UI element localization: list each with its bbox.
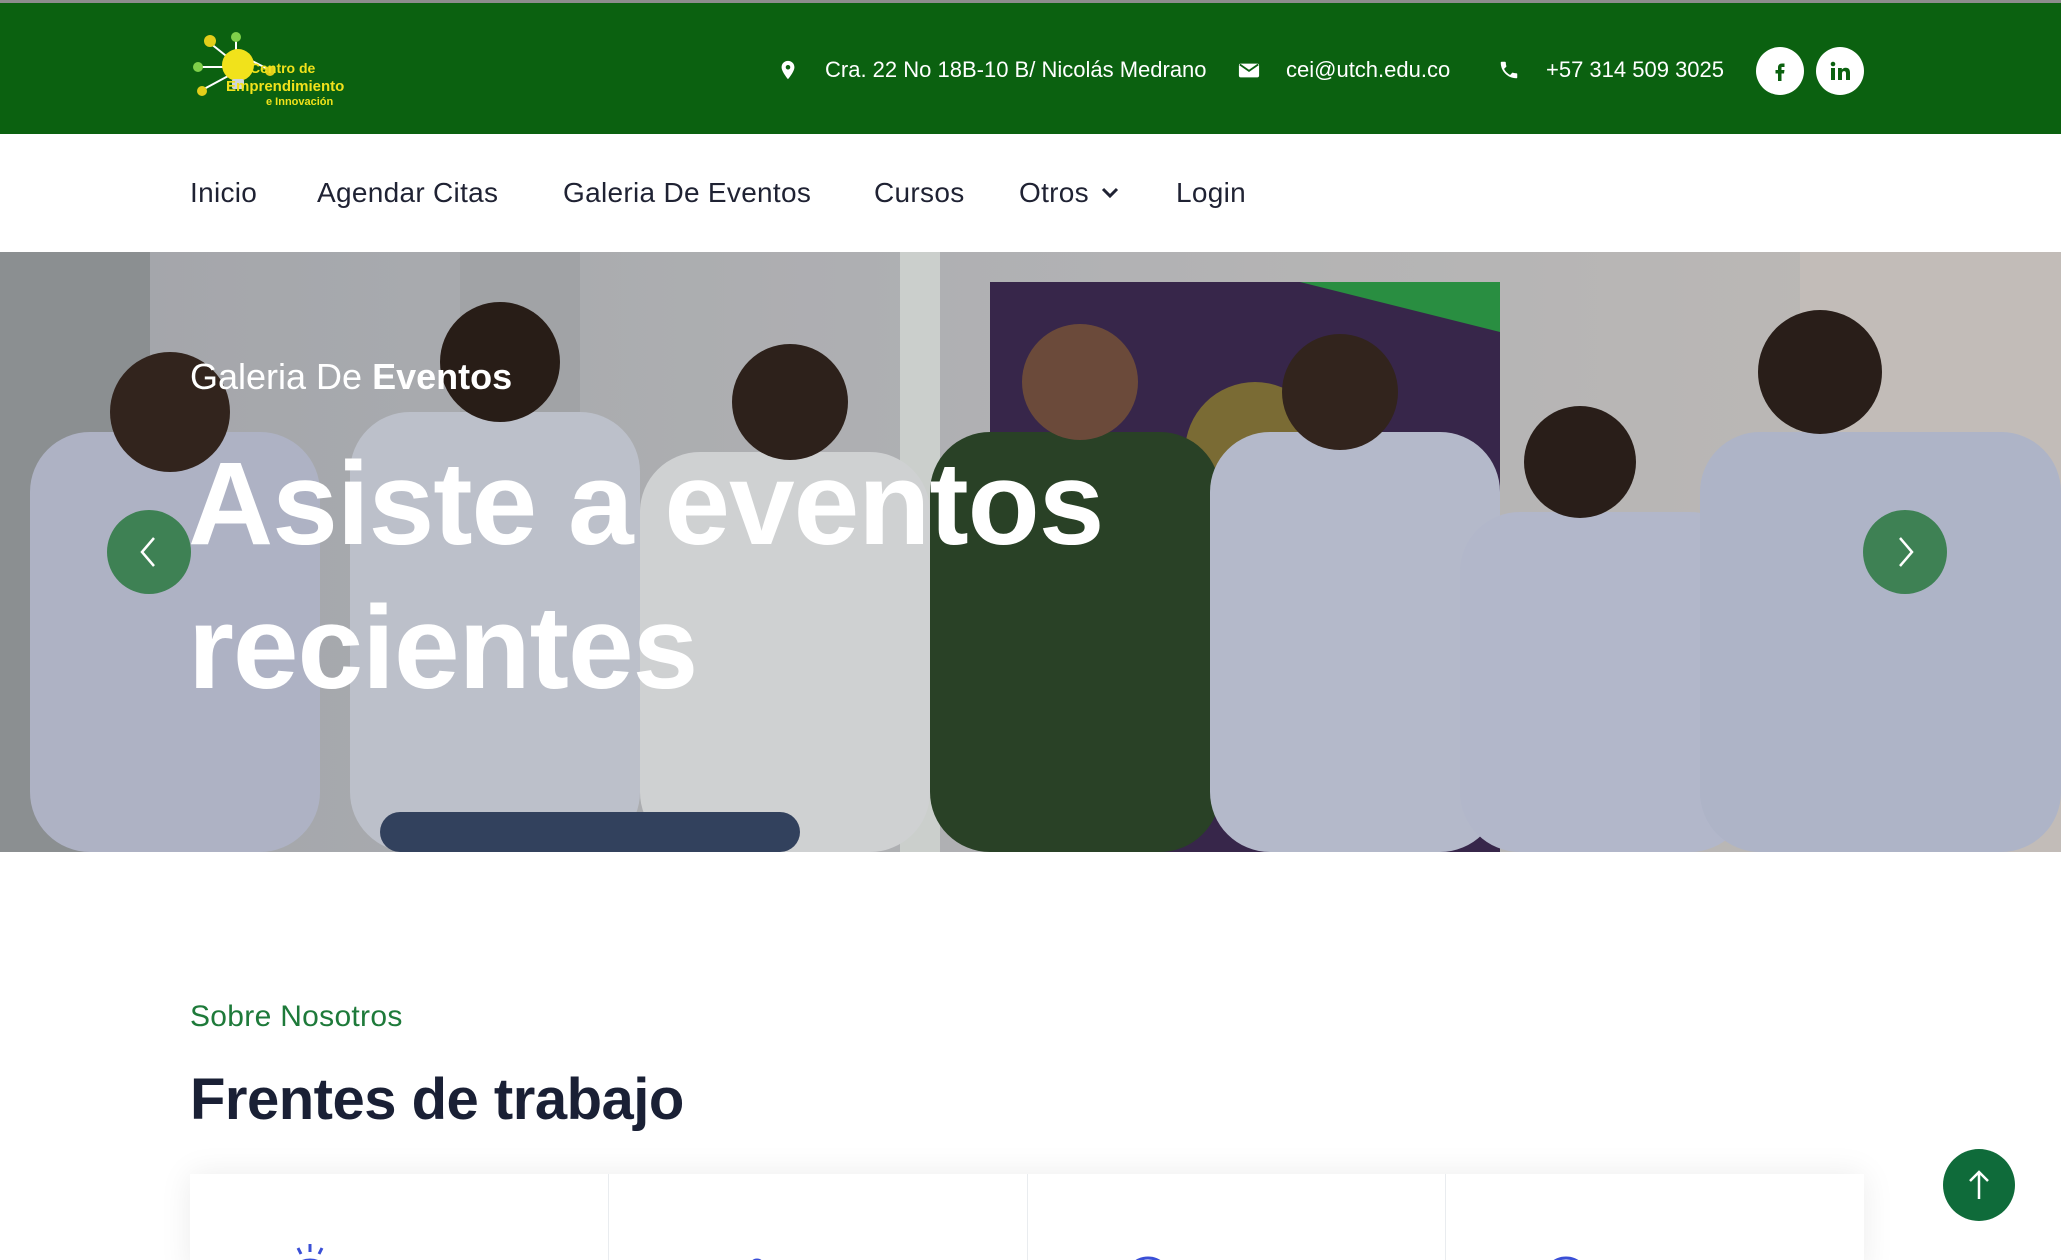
map-marker-icon <box>781 60 795 80</box>
hero-kicker: Galeria De Eventos <box>190 356 512 398</box>
nav-item-inicio[interactable]: Inicio <box>190 134 257 252</box>
nav-item-otros-label: Otros <box>1019 177 1089 208</box>
hero-carousel: Galeria De Eventos Asiste a eventos reci… <box>0 252 2061 852</box>
svg-text:Emprendimiento: Emprendimiento <box>226 78 344 95</box>
svg-text:Centro de: Centro de <box>250 60 316 76</box>
envelope-icon <box>1238 63 1260 78</box>
email-link[interactable]: cei@utch.edu.co <box>1286 57 1450 83</box>
nav-item-galeria-de-eventos[interactable]: Galeria De Eventos <box>563 134 811 252</box>
section-title: Frentes de trabajo <box>190 1067 684 1132</box>
nav-item-agendar-citas[interactable]: Agendar Citas <box>317 134 498 252</box>
hero-kicker-light: Galeria De <box>190 356 363 397</box>
network-globe-icon <box>1553 1256 1579 1260</box>
chevron-right-icon <box>1899 537 1914 567</box>
nav-item-login[interactable]: Login <box>1176 134 1246 252</box>
hero-title-line-1: Asiste a eventos <box>188 438 1104 570</box>
linkedin-button[interactable] <box>1816 47 1864 95</box>
work-area-card[interactable] <box>190 1174 609 1260</box>
phone-icon <box>1500 61 1518 79</box>
hero-kicker-bold: Eventos <box>372 356 513 397</box>
hero-title: Asiste a eventos recientes <box>188 432 1188 720</box>
chevron-down-icon <box>1101 187 1119 199</box>
work-area-card[interactable] <box>609 1174 1028 1260</box>
hero-title-line-2: recientes <box>188 582 698 714</box>
main-navigation: Inicio Agendar Citas Galeria De Eventos … <box>0 134 2061 252</box>
arrow-up-icon <box>1969 1170 1989 1199</box>
work-area-card[interactable] <box>1028 1174 1447 1260</box>
linkedin-icon <box>1830 61 1850 80</box>
globe-icon <box>1135 1256 1160 1260</box>
contact-address: Cra. 22 No 18B-10 B/ Nicolás Medrano <box>777 3 1207 137</box>
work-area-card[interactable] <box>1446 1174 1864 1260</box>
site-logo[interactable]: Centro de Emprendimiento e Innovación <box>190 29 376 113</box>
route-icon <box>752 1258 762 1260</box>
carousel-prev-button[interactable] <box>107 510 191 594</box>
top-contact-bar: Centro de Emprendimiento e Innovación Cr… <box>0 0 2061 134</box>
nav-item-cursos[interactable]: Cursos <box>874 134 965 252</box>
facebook-button[interactable] <box>1756 47 1804 95</box>
lightbulb-icon <box>296 1244 324 1260</box>
address-text: Cra. 22 No 18B-10 B/ Nicolás Medrano <box>825 57 1207 82</box>
work-areas-cards <box>190 1174 1864 1260</box>
svg-text:e Innovación: e Innovación <box>266 96 334 108</box>
contact-email[interactable]: cei@utch.edu.co <box>1238 3 1450 137</box>
facebook-icon <box>1775 63 1785 81</box>
phone-link[interactable]: +57 314 509 3025 <box>1546 57 1724 83</box>
section-kicker: Sobre Nosotros <box>190 1000 403 1033</box>
chevron-left-icon <box>140 537 155 567</box>
scroll-to-top-button[interactable] <box>1943 1149 2015 1221</box>
nav-item-otros-dropdown[interactable]: Otros <box>1019 134 1119 252</box>
contact-phone[interactable]: +57 314 509 3025 <box>1498 3 1724 137</box>
carousel-next-button[interactable] <box>1863 510 1947 594</box>
